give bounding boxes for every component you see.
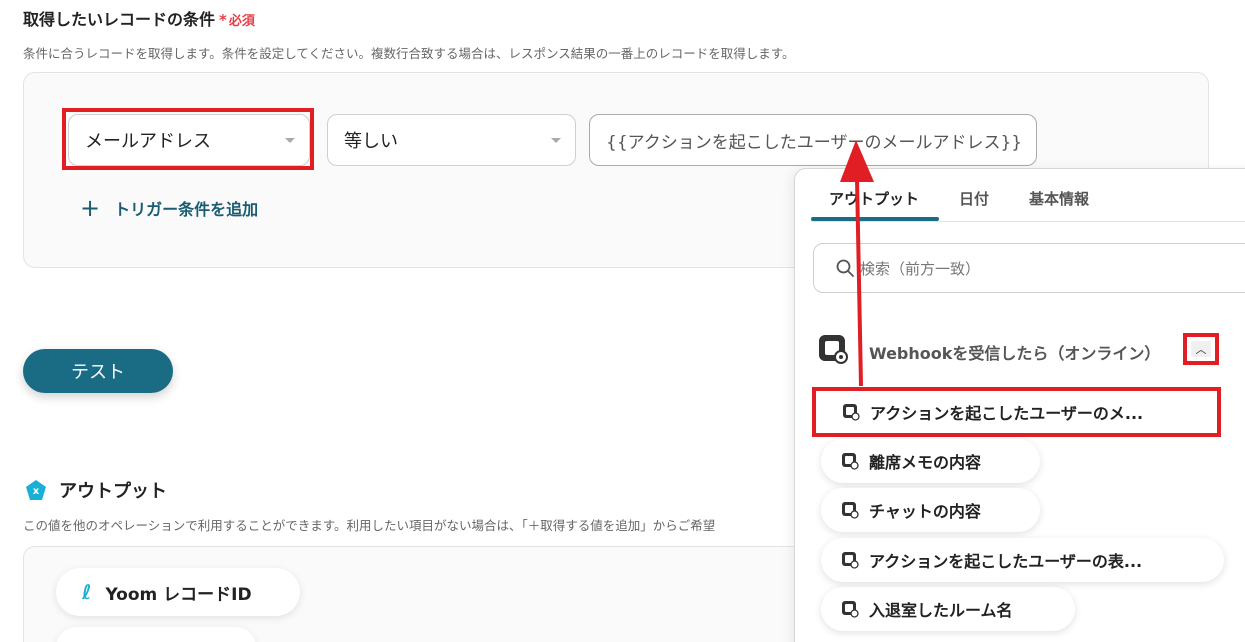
output-item-user-display[interactable]: アクションを起こしたユーザーの表... (821, 538, 1224, 582)
output-chip-partial[interactable] (56, 627, 256, 642)
tab-basic-info[interactable]: 基本情報 (1029, 188, 1089, 209)
webhook-icon (842, 552, 859, 569)
svg-text:x: x (33, 486, 40, 497)
yoom-output-icon: x (26, 480, 46, 500)
tab-date[interactable]: 日付 (959, 188, 989, 209)
collapse-group-button[interactable]: ︿ (1183, 333, 1219, 365)
condition-title-text: 取得したいレコードの条件 (23, 10, 216, 29)
webhook-icon (842, 502, 859, 519)
output-title: アウトプット (59, 481, 167, 502)
required-label: 必須 (228, 14, 255, 29)
output-item-away-memo[interactable]: 離席メモの内容 (821, 439, 1040, 483)
output-item-label: チャットの内容 (869, 502, 981, 521)
chevron-down-icon (551, 138, 561, 143)
webhook-icon (843, 404, 860, 421)
test-button[interactable]: テスト (23, 349, 173, 393)
chevron-up-icon: ︿ (1191, 341, 1211, 357)
tab-divider (811, 221, 1245, 222)
operator-select-value: 等しい (344, 131, 398, 152)
output-chip-label: Yoom レコードID (105, 584, 252, 605)
operator-select[interactable]: 等しい (327, 114, 576, 166)
search-input[interactable]: 検索（前方一致） (813, 243, 1245, 293)
condition-section-title: 取得したいレコードの条件 * 必須 (23, 6, 255, 30)
search-placeholder: 検索（前方一致） (860, 259, 981, 278)
add-trigger-condition-button[interactable]: + トリガー条件を追加 (80, 196, 258, 220)
yoom-logo-icon: ℓ (82, 580, 92, 604)
webhook-icon (842, 601, 859, 618)
field-select-highlight (62, 108, 314, 170)
condition-value-input[interactable]: {{アクションを起こしたユーザーのメールアドレス}} (589, 114, 1037, 166)
plus-icon: + (80, 194, 101, 222)
output-item-label: アクションを起こしたユーザーの表... (869, 552, 1143, 571)
output-item-label: アクションを起こしたユーザーのメ... (870, 404, 1144, 423)
output-item-label: 離席メモの内容 (869, 453, 982, 472)
search-icon (836, 259, 854, 277)
webhook-icon (842, 453, 859, 470)
webhook-icon (819, 335, 848, 364)
output-chip-yoom-record-id[interactable]: ℓ Yoom レコードID (56, 568, 300, 616)
output-item-user-email[interactable]: アクションを起こしたユーザーのメ... (812, 387, 1221, 437)
output-item-chat-content[interactable]: チャットの内容 (821, 488, 1040, 532)
tab-output[interactable]: アウトプット (829, 188, 919, 209)
condition-description: 条件に合うレコードを取得します。条件を設定してください。複数行合致する場合は、レ… (23, 46, 795, 61)
required-mark: * (219, 11, 227, 29)
output-item-room-name[interactable]: 入退室したルーム名 (821, 587, 1075, 631)
add-trigger-label: トリガー条件を追加 (114, 200, 259, 219)
output-item-label: 入退室したルーム名 (869, 601, 1013, 620)
output-description: この値を他のオペレーションで利用することができます。利用したい項目がない場合は、… (23, 518, 716, 533)
webhook-group-title: Webhookを受信したら（オンライン） (869, 344, 1161, 363)
